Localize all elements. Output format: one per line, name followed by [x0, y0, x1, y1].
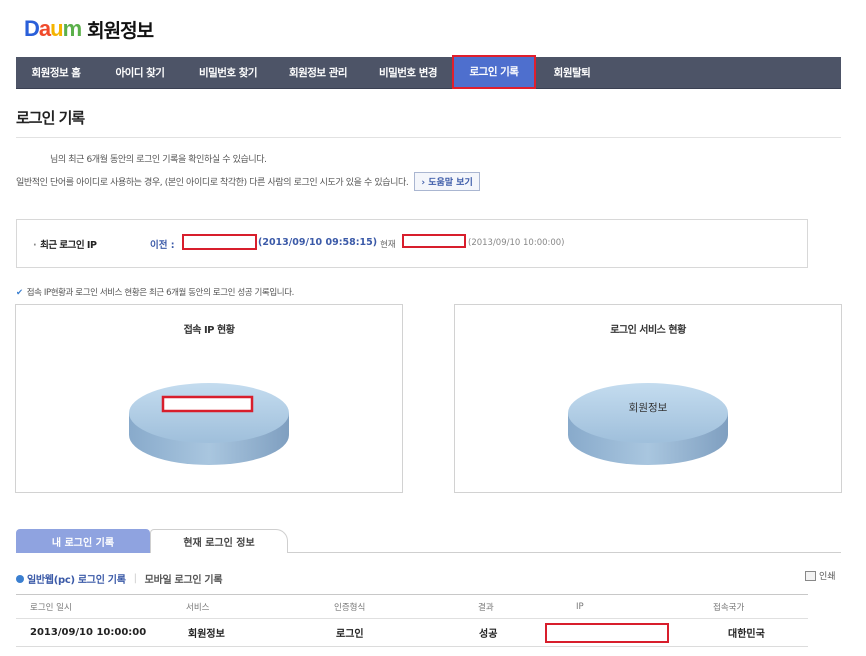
- header-ip: IP: [576, 601, 584, 612]
- logo-letter-u: u: [50, 16, 63, 41]
- print-label: 인쇄: [819, 572, 836, 582]
- ip-pie-svg: [129, 383, 289, 465]
- redacted-row-ip: [545, 622, 669, 643]
- daum-logo: Daum: [24, 16, 83, 42]
- subtab-bar: 일반웹(pc) 로그인 기록 | 모바일 로그인 기록: [16, 571, 223, 586]
- intro-text: 님의 최근 6개월 동안의 로그인 기록을 확인하실 수 있습니다.: [50, 155, 267, 165]
- ip-status-chart: 접속 IP 현황: [15, 304, 403, 493]
- login-service-chart: 로그인 서비스 현황 회원정보: [454, 304, 842, 493]
- selected-bullet-icon: [16, 574, 24, 583]
- intro-warning: 일반적인 단어를 아이디로 사용하는 경우, (본인 아이디로 착각한) 다른 …: [16, 172, 480, 191]
- previous-login-time: (2013/09/10 09:58:15): [258, 237, 378, 248]
- row-auth-type: 로그인: [336, 629, 364, 640]
- logo-letter-a: a: [38, 16, 51, 41]
- nav-item-login-history[interactable]: 로그인 기록: [452, 54, 536, 89]
- current-login-time: (2013/09/10 10:00:00): [468, 238, 565, 248]
- main-nav: 회원정보 홈 아이디 찾기 비밀번호 찾기 회원정보 관리 비밀번호 변경 로그…: [16, 54, 841, 89]
- header-result: 결과: [478, 602, 494, 613]
- subtab-mobile-login[interactable]: 모바일 로그인 기록: [145, 571, 223, 586]
- site-title: 회원정보: [87, 19, 154, 42]
- nav-item-member-home[interactable]: 회원정보 홈: [16, 57, 96, 89]
- help-button-label: 도움말 보기: [428, 178, 473, 188]
- tab-current-login-info[interactable]: 현재 로그인 정보: [150, 529, 288, 553]
- nav-item-member-manage[interactable]: 회원정보 관리: [272, 57, 364, 89]
- subtab-separator: |: [133, 573, 137, 584]
- redacted-previous-ip: [182, 234, 257, 250]
- bullet-icon: ·: [33, 240, 37, 251]
- logo[interactable]: Daum 회원정보: [24, 14, 154, 44]
- current-ip-label: 현재: [380, 240, 396, 250]
- header-service: 서비스: [186, 602, 210, 613]
- redacted-current-ip: [402, 234, 466, 248]
- header-datetime: 로그인 일시: [30, 602, 72, 613]
- pie-slice: [129, 383, 289, 443]
- print-button[interactable]: 인쇄: [805, 569, 836, 582]
- recent-ip-label-text: 최근 로그인 IP: [40, 240, 97, 251]
- header-country: 접속국가: [713, 602, 745, 613]
- login-history-table: 로그인 일시 서비스 인증형식 결과 IP 접속국가 2013/09/10 10…: [16, 594, 808, 647]
- table-row: 2013/09/10 10:00:00 회원정보 로그인 성공 대한민국: [16, 619, 808, 647]
- printer-icon: [805, 570, 816, 581]
- row-datetime: 2013/09/10 10:00:00: [30, 627, 147, 638]
- row-result: 성공: [479, 629, 498, 640]
- check-icon: ✔: [16, 288, 23, 298]
- page-title: 로그인 기록: [16, 109, 85, 127]
- status-note: ✔ 접속 IP현황과 로그인 서비스 현황은 최근 6개월 동안의 로그인 성공 …: [16, 286, 294, 298]
- pie-slice-label: 회원정보: [629, 402, 668, 414]
- help-button[interactable]: › 도움말 보기: [414, 172, 480, 191]
- redacted-pie-label: [161, 395, 254, 413]
- login-tabs: 내 로그인 기록 현재 로그인 정보: [16, 529, 841, 553]
- table-header: 로그인 일시 서비스 인증형식 결과 IP 접속국가: [16, 594, 808, 619]
- nav-item-withdraw[interactable]: 회원탈퇴: [536, 57, 608, 89]
- nav-item-find-password[interactable]: 비밀번호 찾기: [184, 57, 272, 89]
- nav-item-change-password[interactable]: 비밀번호 변경: [364, 57, 452, 89]
- header-auth-type: 인증형식: [334, 602, 366, 613]
- tab-my-login-history[interactable]: 내 로그인 기록: [16, 529, 150, 553]
- recent-ip-label: · 최근 로그인 IP: [33, 237, 97, 251]
- intro-warning-text: 일반적인 단어를 아이디로 사용하는 경우, (본인 아이디로 착각한) 다른 …: [16, 178, 409, 188]
- subtab-pc-login[interactable]: 일반웹(pc) 로그인 기록: [27, 571, 126, 586]
- logo-letter-d: D: [24, 16, 40, 41]
- previous-ip-label: 이전 :: [150, 240, 175, 251]
- status-note-text: 접속 IP현황과 로그인 서비스 현황은 최근 6개월 동안의 로그인 성공 기…: [26, 288, 295, 298]
- chevron-right-icon: ›: [421, 178, 426, 188]
- service-pie-svg: 회원정보: [568, 383, 728, 465]
- row-service: 회원정보: [188, 629, 225, 640]
- recent-ip-box: · 최근 로그인 IP 이전 : (2013/09/10 09:58:15) 현재…: [16, 219, 808, 268]
- nav-item-find-id[interactable]: 아이디 찾기: [96, 57, 184, 89]
- row-country: 대한민국: [728, 629, 765, 640]
- row-ip: [545, 619, 669, 646]
- title-divider: [16, 137, 841, 138]
- logo-letter-m: m: [62, 16, 83, 41]
